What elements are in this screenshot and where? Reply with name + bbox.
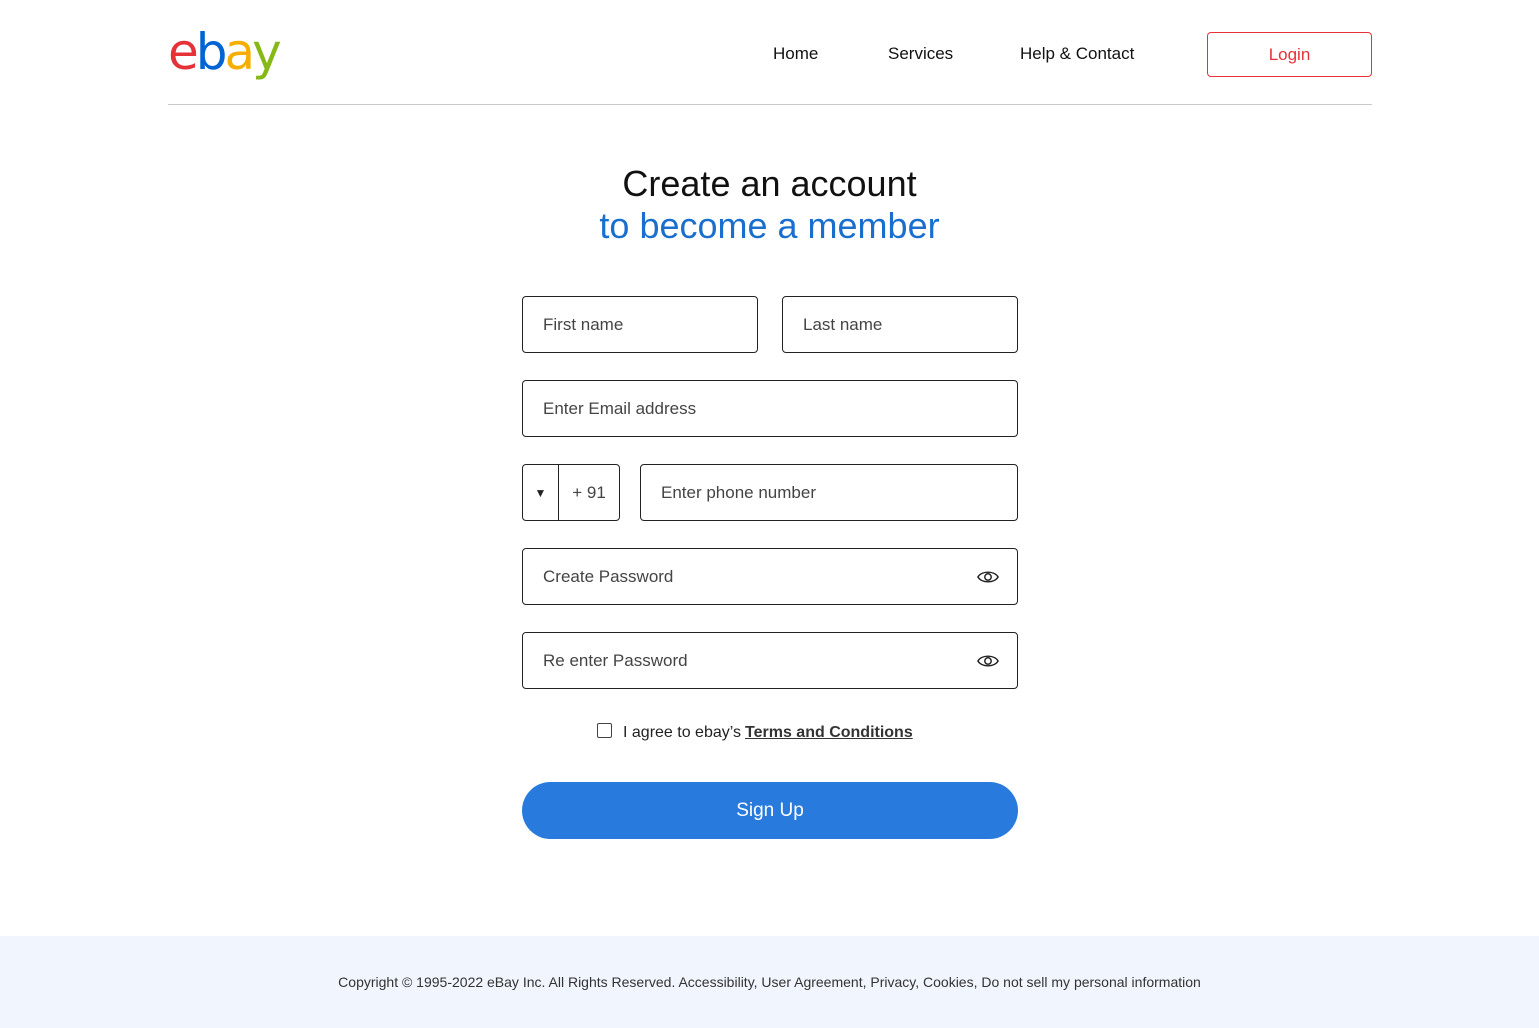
nav-help-contact-link[interactable]: Help & Contact — [1020, 44, 1134, 64]
login-button[interactable]: Login — [1207, 32, 1372, 77]
chevron-down-icon[interactable]: ▼ — [523, 465, 559, 520]
nav-home-link[interactable]: Home — [773, 44, 818, 64]
page-title: Create an account — [622, 163, 917, 204]
eye-icon[interactable] — [977, 651, 999, 671]
header: ebay Home Services Help & Contact Login — [168, 0, 1372, 105]
eye-icon[interactable] — [977, 567, 999, 587]
page-subtitle: to become a member — [599, 205, 940, 246]
reenter-password-input[interactable] — [523, 633, 1017, 688]
password-field — [522, 548, 1018, 605]
email-field — [522, 380, 1018, 437]
copyright-text: Copyright © 1995-2022 eBay Inc. All Righ… — [338, 974, 1201, 990]
first-name-input[interactable] — [523, 297, 757, 352]
country-code-selector[interactable]: ▼ + 91 — [522, 464, 620, 521]
password-input[interactable] — [523, 549, 1017, 604]
phone-field — [640, 464, 1018, 521]
terms-checkbox[interactable] — [597, 722, 612, 738]
email-input[interactable] — [523, 381, 1017, 436]
terms-link[interactable]: Terms and Conditions — [745, 724, 913, 742]
footer: Copyright © 1995-2022 eBay Inc. All Righ… — [0, 936, 1539, 1028]
last-name-input[interactable] — [783, 297, 1017, 352]
sign-up-button[interactable]: Sign Up — [522, 782, 1018, 839]
terms-agreement: I agree to ebay’s Terms and Conditions — [597, 722, 913, 742]
country-code-value: + 91 — [572, 482, 606, 502]
reenter-password-field — [522, 632, 1018, 689]
nav-services-link[interactable]: Services — [888, 44, 953, 64]
last-name-field — [782, 296, 1018, 353]
agree-text: I agree to ebay’s — [623, 724, 742, 741]
phone-input[interactable] — [641, 465, 1017, 520]
first-name-field — [522, 296, 758, 353]
ebay-logo[interactable]: ebay — [168, 22, 282, 82]
